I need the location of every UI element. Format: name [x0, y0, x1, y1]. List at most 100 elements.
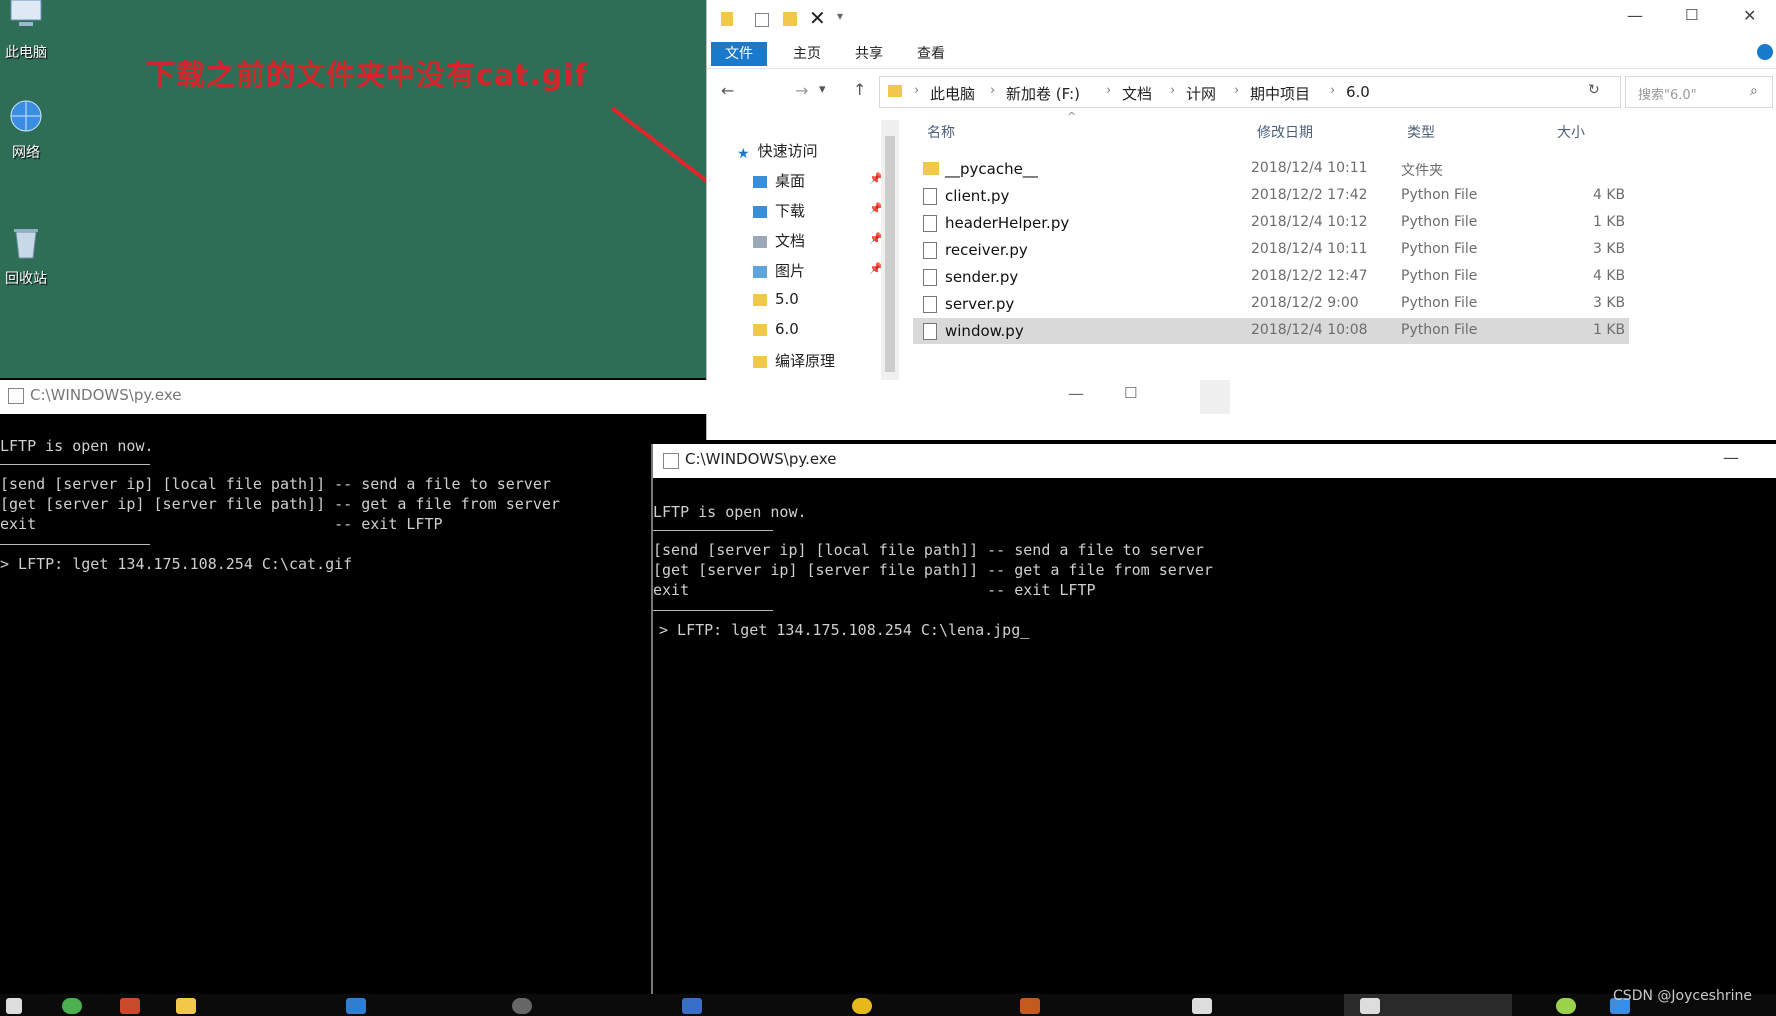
- file-type: Python File: [1401, 268, 1478, 284]
- nav-item-6-0[interactable]: 6.0: [753, 320, 799, 338]
- console-back-title-bar[interactable]: C:\WINDOWS\py.exe — ☐: [0, 380, 1230, 414]
- file-row[interactable]: headerHelper.py 2018/12/4 10:12 Python F…: [913, 210, 1629, 236]
- delete-icon[interactable]: ✕: [809, 6, 826, 30]
- nav-item-desktop[interactable]: 桌面: [753, 170, 805, 191]
- close-button[interactable]: ✕: [1743, 6, 1756, 25]
- console-taskbar-icon[interactable]: [1360, 998, 1380, 1014]
- console-icon: [8, 388, 24, 404]
- back-arrow-icon[interactable]: ←: [721, 81, 734, 100]
- desktop-icon-network[interactable]: 网络: [0, 96, 52, 162]
- app-icon[interactable]: [852, 998, 872, 1014]
- star-icon: ★: [737, 145, 750, 162]
- app-icon[interactable]: [346, 998, 366, 1014]
- tab-file[interactable]: 文件: [711, 42, 767, 66]
- nav-scrollbar-thumb[interactable]: [885, 136, 895, 372]
- file-size: 1 KB: [1593, 322, 1626, 338]
- file-size: 1 KB: [1593, 214, 1626, 230]
- nav-item-5-0[interactable]: 5.0: [753, 290, 799, 308]
- file-row[interactable]: sender.py 2018/12/2 12:47 Python File 4 …: [913, 264, 1629, 290]
- recycle-bin-icon: [5, 222, 47, 264]
- breadcrumb-item[interactable]: 此电脑: [930, 83, 975, 104]
- breadcrumb-item[interactable]: 6.0: [1346, 83, 1370, 101]
- download-icon: [753, 205, 767, 218]
- app-icon[interactable]: [512, 998, 532, 1014]
- file-row[interactable]: __pycache__ 2018/12/4 10:11 文件夹: [913, 156, 1629, 182]
- app-icon[interactable]: [1020, 998, 1040, 1014]
- column-header-name[interactable]: 名称: [927, 122, 955, 142]
- file-row[interactable]: client.py 2018/12/2 17:42 Python File 4 …: [913, 183, 1629, 209]
- document-icon: [753, 235, 767, 248]
- python-file-icon: [923, 269, 937, 286]
- column-header-type[interactable]: 类型: [1407, 122, 1435, 142]
- help-icon[interactable]: [1757, 44, 1773, 60]
- desktop-icon-this-pc[interactable]: 此电脑: [0, 0, 52, 62]
- refresh-icon[interactable]: ↻: [1588, 82, 1600, 98]
- file-row[interactable]: server.py 2018/12/2 9:00 Python File 3 K…: [913, 291, 1629, 317]
- tab-view[interactable]: 查看: [903, 42, 959, 66]
- console-line: exit -- exit LFTP: [653, 581, 1096, 599]
- console-prompt-line[interactable]: > LFTP: lget 134.175.108.254 C:\lena.jpg…: [659, 620, 1029, 640]
- recent-dropdown-icon[interactable]: ▾: [819, 82, 826, 97]
- file-name: sender.py: [945, 268, 1019, 286]
- maximize-button[interactable]: ☐: [1685, 6, 1698, 24]
- breadcrumb[interactable]: › 此电脑 › 新加卷 (F:) › 文档 › 计网 › 期中项目 › 6.0 …: [879, 76, 1621, 108]
- nav-item-pictures[interactable]: 图片: [753, 260, 805, 281]
- column-header-date[interactable]: 修改日期: [1257, 122, 1313, 142]
- minimize-button[interactable]: —: [1627, 6, 1643, 25]
- sort-up-icon: ^: [1067, 110, 1077, 123]
- minimize-button[interactable]: —: [1723, 448, 1739, 467]
- app-icon[interactable]: [682, 998, 702, 1014]
- file-date: 2018/12/4 10:11: [1251, 160, 1368, 176]
- console-front-title-bar[interactable]: C:\WINDOWS\py.exe —: [653, 444, 1776, 478]
- text-cursor: _: [1020, 621, 1030, 639]
- file-name: receiver.py: [945, 241, 1028, 259]
- file-type: Python File: [1401, 214, 1478, 230]
- file-name: window.py: [945, 322, 1024, 340]
- nav-quick-access[interactable]: ★ 快速访问: [737, 140, 818, 162]
- up-arrow-icon[interactable]: ↑: [853, 80, 866, 99]
- folder-icon: [753, 293, 767, 306]
- console-line: LFTP is open now.: [653, 503, 807, 521]
- file-list: 名称 ^ 修改日期 类型 大小 __pycache__ 2018/12/4 10…: [907, 110, 1776, 382]
- tab-share[interactable]: 共享: [841, 42, 897, 66]
- properties-icon[interactable]: [755, 13, 769, 27]
- desktop-icon-recycle-bin[interactable]: 回收站: [0, 222, 52, 288]
- tab-home[interactable]: 主页: [779, 42, 835, 66]
- console-line: [send [server ip] [local file path]] -- …: [0, 475, 551, 493]
- desktop-icon-label: 网络: [12, 145, 40, 161]
- file-explorer-icon[interactable]: [176, 998, 196, 1014]
- console-scrollbar[interactable]: [1200, 380, 1230, 414]
- minimize-button[interactable]: —: [1068, 384, 1084, 403]
- search-box[interactable]: 搜索"6.0" ⌕: [1625, 76, 1773, 108]
- file-type: Python File: [1401, 241, 1478, 257]
- ribbon-tabs: 文件 主页 共享 查看: [707, 38, 1776, 69]
- console-taskbar-icon[interactable]: [1192, 998, 1212, 1014]
- column-header-size[interactable]: 大小: [1557, 122, 1585, 142]
- file-size: 4 KB: [1593, 268, 1626, 284]
- navigation-pane: ★ 快速访问 桌面 下载 文档 图片 5.0 6.0 编译原理 📌 📌 📌 📌: [707, 112, 903, 382]
- python-file-icon: [923, 242, 937, 259]
- tray-icon[interactable]: [1556, 998, 1576, 1014]
- breadcrumb-item[interactable]: 文档: [1122, 83, 1152, 104]
- new-folder-icon[interactable]: [783, 12, 797, 26]
- breadcrumb-item[interactable]: 新加卷 (F:): [1006, 83, 1080, 104]
- maximize-button[interactable]: ☐: [1124, 384, 1137, 402]
- console-line: exit -- exit LFTP: [0, 515, 443, 533]
- app-icon[interactable]: [120, 998, 140, 1014]
- nav-item-documents[interactable]: 文档: [753, 230, 805, 251]
- python-file-icon: [923, 188, 937, 205]
- breadcrumb-item[interactable]: 计网: [1186, 83, 1216, 104]
- file-row[interactable]: receiver.py 2018/12/4 10:11 Python File …: [913, 237, 1629, 263]
- file-date: 2018/12/4 10:08: [1251, 322, 1368, 338]
- chevron-down-icon[interactable]: ▾: [837, 9, 843, 23]
- start-icon[interactable]: [6, 998, 22, 1014]
- chrome-icon[interactable]: [62, 998, 82, 1014]
- nav-item-downloads[interactable]: 下载: [753, 200, 805, 221]
- console-back-body: LFTP is open now. [send [server ip] [loc…: [0, 414, 651, 994]
- pictures-icon: [753, 265, 767, 278]
- breadcrumb-item[interactable]: 期中项目: [1250, 83, 1310, 104]
- forward-arrow-icon[interactable]: →: [795, 81, 808, 100]
- file-row-selected[interactable]: window.py 2018/12/4 10:08 Python File 1 …: [913, 318, 1629, 344]
- nav-item-compiler[interactable]: 编译原理: [753, 350, 835, 371]
- file-date: 2018/12/2 17:42: [1251, 187, 1368, 203]
